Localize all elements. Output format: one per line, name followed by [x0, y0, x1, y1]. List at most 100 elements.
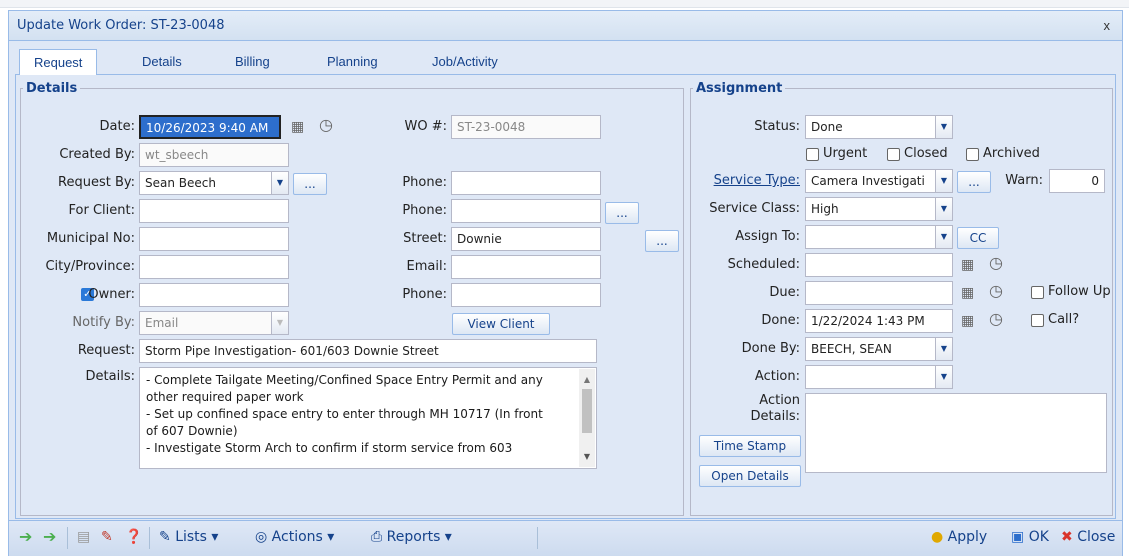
- for-client-input[interactable]: [139, 199, 289, 223]
- calendar-icon[interactable]: ▦: [961, 256, 974, 273]
- service-class-select[interactable]: High ▼: [805, 197, 953, 221]
- municipal-no-input[interactable]: [139, 227, 289, 251]
- due-label: Due:: [769, 285, 800, 300]
- street-lookup-button[interactable]: ...: [645, 230, 679, 252]
- phone-input-2[interactable]: [451, 199, 601, 223]
- due-input[interactable]: [805, 281, 953, 305]
- actions-label: Actions: [271, 529, 323, 545]
- client-lookup-button[interactable]: ...: [605, 202, 639, 224]
- closed-checkbox[interactable]: [887, 148, 900, 161]
- forward-arrow-icon[interactable]: ➔: [43, 527, 56, 546]
- service-type-select[interactable]: Camera Investigati ▼: [805, 169, 953, 193]
- actions-icon: ◎: [255, 529, 272, 545]
- urgent-checkbox[interactable]: [806, 148, 819, 161]
- details-line: of 607 Downie): [146, 424, 238, 438]
- reports-menu[interactable]: ⎙ Reports ▾: [371, 529, 452, 545]
- scroll-up-icon[interactable]: ▲: [579, 371, 595, 388]
- cancel-icon: ✖: [1061, 529, 1078, 545]
- created-by-field: wt_sbeech: [139, 143, 289, 167]
- lists-menu[interactable]: ✎ Lists ▾: [159, 529, 218, 545]
- details-scrollbar[interactable]: ▲ ▼: [579, 369, 595, 467]
- service-type-link[interactable]: Service Type:: [714, 173, 800, 188]
- assignment-legend: Assignment: [693, 81, 786, 96]
- request-by-label: Request By:: [58, 175, 135, 190]
- attachment-icon[interactable]: ✎: [101, 529, 113, 545]
- apply-button[interactable]: ● Apply: [931, 529, 987, 545]
- details-textarea[interactable]: - Complete Tailgate Meeting/Confined Spa…: [139, 367, 597, 469]
- request-input[interactable]: Storm Pipe Investigation- 601/603 Downie…: [139, 339, 597, 363]
- city-province-input[interactable]: [139, 255, 289, 279]
- calendar-icon[interactable]: ▦: [961, 312, 974, 329]
- chevron-down-icon: ▼: [935, 170, 952, 192]
- action-details-textarea[interactable]: [805, 393, 1107, 473]
- status-select[interactable]: Done ▼: [805, 115, 953, 139]
- action-details-label-line2: Details:: [750, 409, 800, 424]
- actions-menu[interactable]: ◎ Actions ▾: [255, 529, 334, 545]
- tab-job-activity[interactable]: Job/Activity: [432, 54, 498, 69]
- request-by-select[interactable]: Sean Beech ▼: [139, 171, 289, 195]
- service-type-lookup-button[interactable]: ...: [957, 171, 991, 193]
- done-input[interactable]: 1/22/2024 1:43 PM: [805, 309, 953, 333]
- request-by-lookup-button[interactable]: ...: [293, 173, 327, 195]
- request-label: Request:: [77, 343, 135, 358]
- back-arrow-icon[interactable]: ➔: [19, 527, 32, 546]
- details-line: other required paper work: [146, 390, 304, 404]
- tab-planning[interactable]: Planning: [327, 54, 378, 69]
- tab-body: Details Date: 10/26/2023 9:40 AM ▦ ◷ WO …: [15, 75, 1116, 519]
- archived-checkbox[interactable]: [966, 148, 979, 161]
- close-button[interactable]: ✖ Close: [1061, 529, 1115, 545]
- clock-icon[interactable]: ◷: [989, 309, 1003, 329]
- scheduled-label: Scheduled:: [727, 257, 800, 272]
- details-label: Details:: [85, 369, 135, 384]
- owner-input[interactable]: [139, 283, 289, 307]
- clock-icon[interactable]: ◷: [989, 281, 1003, 301]
- done-by-select[interactable]: BEECH, SEAN ▼: [805, 337, 953, 361]
- phone-input-1[interactable]: [451, 171, 601, 195]
- clock-icon[interactable]: ◷: [319, 115, 333, 135]
- call-checkbox[interactable]: [1031, 314, 1044, 327]
- calendar-icon[interactable]: ▦: [291, 118, 304, 135]
- view-client-button[interactable]: View Client: [452, 313, 550, 335]
- tab-details[interactable]: Details: [142, 54, 182, 69]
- cc-button[interactable]: CC: [957, 227, 999, 249]
- tab-billing[interactable]: Billing: [235, 54, 270, 69]
- phone-label-2: Phone:: [402, 203, 447, 218]
- clock-icon[interactable]: ◷: [989, 253, 1003, 273]
- warn-label: Warn:: [1005, 173, 1043, 188]
- warn-input[interactable]: 0: [1049, 169, 1105, 193]
- owner-label: Owner:: [88, 287, 135, 302]
- reports-label: Reports: [386, 529, 441, 545]
- street-input[interactable]: Downie: [451, 227, 601, 251]
- follow-up-checkbox[interactable]: [1031, 286, 1044, 299]
- phone-input-3[interactable]: [451, 283, 601, 307]
- action-select[interactable]: ▼: [805, 365, 953, 389]
- assign-to-select[interactable]: ▼: [805, 225, 953, 249]
- chevron-down-icon: ▼: [935, 116, 952, 138]
- calendar-icon[interactable]: ▦: [961, 284, 974, 301]
- scroll-down-icon[interactable]: ▼: [579, 448, 595, 465]
- help-icon[interactable]: ❓: [125, 529, 142, 545]
- close-icon[interactable]: x: [1104, 18, 1111, 33]
- email-label: Email:: [406, 259, 447, 274]
- email-input[interactable]: [451, 255, 601, 279]
- ok-label: OK: [1028, 529, 1049, 545]
- call-label: Call?: [1048, 312, 1080, 327]
- status-value: Done: [811, 120, 843, 134]
- scheduled-input[interactable]: [805, 253, 953, 277]
- tab-request[interactable]: Request: [19, 49, 98, 75]
- ok-button[interactable]: ▣ OK: [1011, 529, 1049, 545]
- notify-by-value: Email: [145, 316, 179, 330]
- document-icon[interactable]: ▤: [77, 529, 90, 545]
- open-details-button[interactable]: Open Details: [699, 465, 801, 487]
- title-bar: Update Work Order: ST-23-0048 x: [9, 11, 1122, 41]
- scroll-thumb[interactable]: [582, 389, 592, 433]
- date-label: Date:: [99, 119, 135, 134]
- chevron-down-icon: ▼: [935, 226, 952, 248]
- save-disk-icon: ▣: [1011, 529, 1029, 545]
- city-province-label: City/Province:: [45, 259, 135, 274]
- date-input[interactable]: 10/26/2023 9:40 AM: [139, 115, 281, 139]
- closed-label: Closed: [904, 146, 948, 161]
- details-legend: Details: [23, 81, 81, 96]
- time-stamp-button[interactable]: Time Stamp: [699, 435, 801, 457]
- details-line: - Set up confined space entry to enter t…: [146, 407, 543, 421]
